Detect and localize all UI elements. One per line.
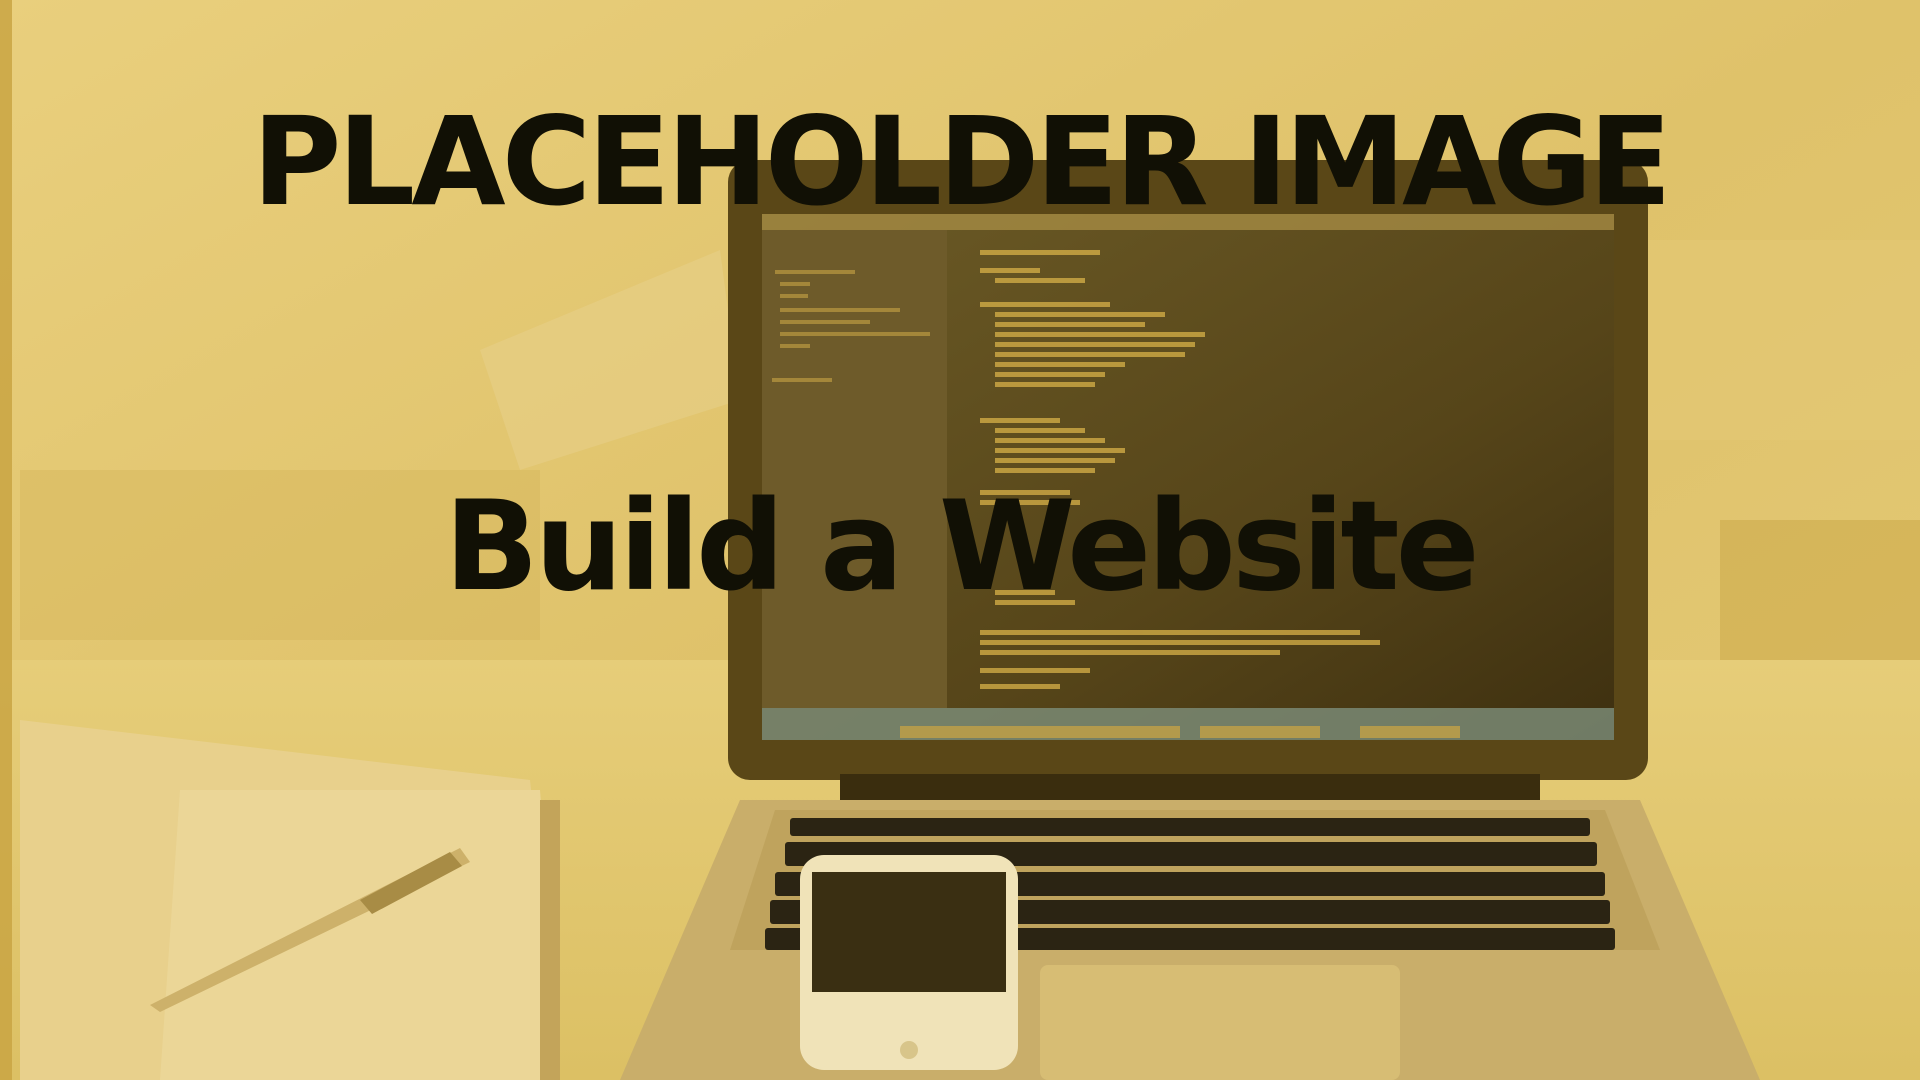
- placeholder-image: PLACEHOLDER IMAGE Build a Website: [0, 0, 1920, 1080]
- notebook-icon: [20, 720, 560, 1080]
- phone-icon: [800, 855, 1018, 1070]
- subline: Build a Website: [444, 475, 1479, 619]
- headline: PLACEHOLDER IMAGE: [252, 91, 1672, 233]
